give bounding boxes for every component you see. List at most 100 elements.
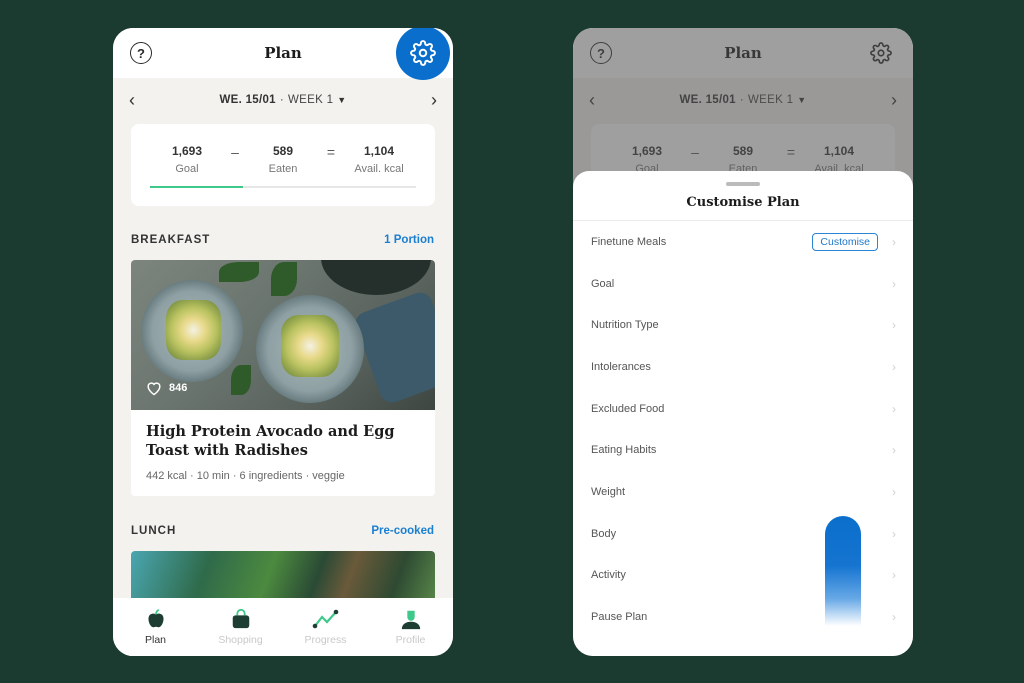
tab-profile[interactable]: Profile: [376, 608, 446, 646]
option-nutrition-type[interactable]: Nutrition Type ›: [573, 304, 913, 346]
option-actions: ›: [892, 402, 896, 416]
eaten-value: 589: [272, 144, 294, 158]
customise-plan-screen: ? Plan ‹ WE. 15/01 · WEEK 1 ▼ › 1,693 Go…: [573, 28, 913, 656]
lunch-header: LUNCH Pre-cooked: [113, 521, 453, 541]
option-label: Intolerances: [591, 360, 651, 373]
shopping-bag-icon: [232, 608, 249, 629]
chevron-right-icon[interactable]: ›: [431, 90, 437, 111]
portion-link[interactable]: 1 Portion: [384, 234, 434, 246]
option-actions: ›: [892, 568, 896, 582]
option-label: Activity: [591, 569, 626, 582]
toast-decoration: [281, 315, 339, 377]
option-actions: ›: [892, 485, 896, 499]
goal-value: 1,693: [171, 144, 203, 158]
precooked-link[interactable]: Pre-cooked: [371, 525, 434, 537]
option-pause-plan[interactable]: Pause Plan ›: [573, 596, 913, 638]
plate-decoration: [321, 260, 431, 295]
option-intolerances[interactable]: Intolerances ›: [573, 346, 913, 388]
chevron-right-icon: ›: [892, 526, 896, 541]
page-title: Plan: [264, 44, 302, 62]
customise-button[interactable]: Customise: [812, 232, 878, 251]
eaten-label: Eaten: [268, 163, 298, 175]
option-label: Weight: [591, 485, 626, 498]
option-activity[interactable]: Activity ›: [573, 555, 913, 597]
like-count: 846: [169, 382, 188, 394]
tab-plan[interactable]: Plan: [121, 608, 191, 646]
option-actions: ›: [892, 443, 896, 457]
sheet-drag-handle[interactable]: [726, 182, 760, 186]
option-label: Eating Habits: [591, 444, 657, 457]
chevron-right-icon: ›: [892, 276, 896, 291]
date-label: WE. 15/01: [219, 94, 276, 106]
option-label: Body: [591, 527, 617, 540]
progress-chart-icon: [312, 609, 338, 629]
date-selector[interactable]: WE. 15/01 · WEEK 1 ▼: [219, 94, 346, 106]
week-label: WEEK 1: [288, 94, 334, 106]
like-counter[interactable]: 846: [145, 380, 187, 396]
leaf-decoration: [219, 262, 259, 282]
date-separator: ·: [279, 94, 285, 106]
plan-screen: ? Plan ‹ WE. 15/01 · WEEK 1 ▼ › 1,693 Go…: [113, 28, 453, 656]
available-value: 1,104: [363, 144, 395, 158]
option-actions: ›: [892, 610, 896, 624]
minus-sign: –: [231, 144, 239, 160]
tab-label: Plan: [144, 634, 166, 646]
leaf-decoration: [231, 365, 251, 395]
kcal-progress-fill: [150, 186, 244, 188]
option-actions: ›: [892, 527, 896, 541]
chevron-left-icon[interactable]: ‹: [129, 90, 135, 111]
apple-icon: [147, 609, 164, 628]
question-circle-icon[interactable]: ?: [130, 42, 152, 64]
chevron-right-icon: ›: [892, 401, 896, 416]
tab-label: Progress: [304, 634, 347, 646]
option-actions: Customise ›: [812, 232, 896, 251]
breakfast-header: BREAKFAST 1 Portion: [113, 230, 453, 250]
chevron-right-icon: ›: [892, 234, 896, 249]
scroll-indicator[interactable]: [825, 516, 861, 626]
option-label: Excluded Food: [591, 402, 665, 415]
napkin-decoration: [352, 289, 435, 406]
caret-down-icon: ▼: [337, 95, 347, 105]
settings-button[interactable]: [396, 28, 450, 80]
option-actions: ›: [892, 318, 896, 332]
gear-icon: [410, 40, 436, 66]
kcal-summary-card: 1,693 Goal – 589 Eaten = 1,104 Avail. kc…: [131, 124, 435, 206]
profile-icon: [401, 610, 420, 630]
tab-progress[interactable]: Progress: [291, 608, 361, 646]
option-body[interactable]: Body ›: [573, 513, 913, 555]
recipe-card[interactable]: 846 High Protein Avocado and Egg Toast w…: [131, 260, 435, 496]
option-label: Nutrition Type: [591, 319, 659, 332]
kcal-available: 1,104 Avail. kcal: [344, 144, 414, 175]
goal-label: Goal: [175, 163, 199, 175]
date-navigator: ‹ WE. 15/01 · WEEK 1 ▼ ›: [113, 78, 453, 122]
option-label: Finetune Meals: [591, 235, 667, 248]
available-label: Avail. kcal: [354, 163, 404, 175]
toast-decoration: [166, 300, 221, 360]
options-list: Finetune Meals Customise › Goal › Nutrition T…: [573, 221, 913, 638]
chevron-right-icon: ›: [892, 359, 896, 374]
tab-shopping[interactable]: Shopping: [206, 608, 276, 646]
heart-icon: [147, 382, 161, 396]
chevron-right-icon: ›: [892, 610, 896, 625]
chevron-right-icon: ›: [892, 318, 896, 333]
recipe-meta: 442 kcal · 10 min · 6 ingredients · vegg…: [146, 470, 345, 482]
chevron-right-icon: ›: [892, 568, 896, 583]
option-eating-habits[interactable]: Eating Habits ›: [573, 429, 913, 471]
recipe-title: High Protein Avocado and Egg Toast with …: [146, 423, 395, 459]
option-excluded-food[interactable]: Excluded Food ›: [573, 388, 913, 430]
option-actions: ›: [892, 360, 896, 374]
tab-label: Profile: [395, 634, 426, 646]
tab-label: Shopping: [218, 634, 263, 646]
option-label: Goal: [591, 277, 615, 290]
option-label: Pause Plan: [591, 611, 648, 624]
section-title: BREAKFAST: [131, 234, 211, 246]
equals-sign: =: [326, 144, 336, 160]
chevron-right-icon: ›: [892, 484, 896, 499]
option-weight[interactable]: Weight ›: [573, 471, 913, 513]
option-finetune-meals[interactable]: Finetune Meals Customise ›: [573, 221, 913, 263]
bottom-tab-bar: Plan Shopping Progress Profile: [113, 598, 453, 656]
option-goal[interactable]: Goal ›: [573, 263, 913, 305]
leaf-decoration: [271, 262, 297, 296]
kcal-progress-bar: [150, 186, 416, 188]
recipe-image: 846: [131, 260, 435, 410]
